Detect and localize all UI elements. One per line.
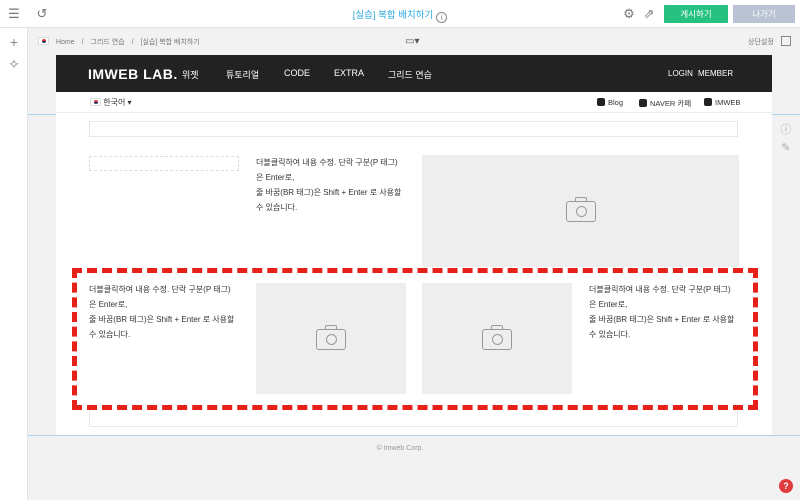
empty-section[interactable] bbox=[89, 121, 738, 137]
nav-item-widget[interactable]: 위젯 bbox=[182, 68, 199, 81]
naver-icon bbox=[639, 99, 647, 107]
breadcrumb: Home / 그리드 연습 / [실습] 복합 배치하기 bbox=[38, 37, 205, 47]
add-section-icon[interactable]: + bbox=[6, 34, 22, 50]
magic-wand-icon[interactable]: ✧ bbox=[6, 56, 22, 72]
device-select-icon[interactable]: ▭▾ bbox=[405, 36, 419, 47]
site-logo[interactable]: IMWEB LAB. bbox=[88, 66, 178, 82]
exit-button[interactable]: 나가기 bbox=[733, 5, 795, 23]
copy-icon[interactable] bbox=[781, 36, 791, 46]
highlight-box bbox=[72, 268, 758, 410]
breadcrumb-current: [실습] 복합 배치하기 bbox=[140, 39, 200, 46]
language-select[interactable]: 한국어 ▾ bbox=[90, 97, 132, 108]
section-guide-line bbox=[28, 435, 800, 436]
language-label: 한국어 bbox=[103, 98, 126, 107]
info-icon[interactable]: ⓘ bbox=[778, 122, 794, 138]
member-link[interactable]: MEMBER bbox=[698, 69, 733, 78]
camera-icon bbox=[565, 197, 596, 222]
blog-link[interactable]: Blog bbox=[597, 98, 623, 107]
top-settings-label[interactable]: 상단설정 bbox=[748, 37, 774, 47]
korea-flag-icon bbox=[38, 37, 49, 45]
image-placeholder[interactable] bbox=[422, 155, 739, 267]
nav-item-tutorial[interactable]: 튜토리얼 bbox=[226, 68, 259, 81]
info-icon[interactable]: i bbox=[436, 12, 448, 23]
publish-button[interactable]: 게시하기 bbox=[664, 5, 728, 23]
blog-icon bbox=[597, 98, 605, 106]
nav-item-grid-practice[interactable]: 그리드 연습 bbox=[388, 68, 432, 81]
text-block[interactable]: 더블클릭하여 내용 수정. 단락 구분(P 태그) 은 Enter로, 줄 바꿈(B… bbox=[256, 155, 416, 215]
pin-icon[interactable]: ✎ bbox=[778, 140, 794, 156]
external-link-icon bbox=[704, 98, 712, 106]
left-toolbar: + ✧ bbox=[0, 28, 28, 500]
external-link-icon[interactable]: ⇗ bbox=[641, 6, 657, 22]
login-link[interactable]: LOGIN bbox=[668, 69, 693, 78]
nav-item-code[interactable]: CODE bbox=[284, 68, 310, 78]
breadcrumb-separator: / bbox=[131, 39, 134, 46]
nav-item-extra[interactable]: EXTRA bbox=[334, 68, 364, 78]
breadcrumb-section[interactable]: 그리드 연습 bbox=[91, 39, 125, 46]
help-button[interactable]: ? bbox=[779, 479, 793, 493]
settings-gear-icon[interactable]: ⚙ bbox=[621, 6, 637, 22]
empty-text-box[interactable] bbox=[89, 156, 239, 171]
breadcrumb-home[interactable]: Home bbox=[56, 39, 75, 46]
empty-section[interactable] bbox=[89, 411, 738, 427]
naver-cafe-link[interactable]: NAVER 카페 bbox=[639, 98, 691, 109]
top-toolbar: ☰ ↺ [실습] 복합 배치하기 i ⚙ ⇗ 게시하기 나가기 bbox=[0, 0, 800, 28]
breadcrumb-separator: / bbox=[81, 39, 84, 46]
site-footer: © Imweb Corp. bbox=[376, 445, 424, 452]
site-subbar: 한국어 ▾ Blog NAVER 카페 IMWEB bbox=[56, 92, 772, 113]
page-title: [실습] 복합 배치하기 bbox=[352, 10, 434, 21]
korea-flag-icon bbox=[90, 98, 101, 106]
site-header: IMWEB LAB. 위젯 튜토리얼 CODE EXTRA 그리드 연습 LOG… bbox=[56, 55, 772, 92]
imweb-link[interactable]: IMWEB bbox=[704, 98, 740, 107]
